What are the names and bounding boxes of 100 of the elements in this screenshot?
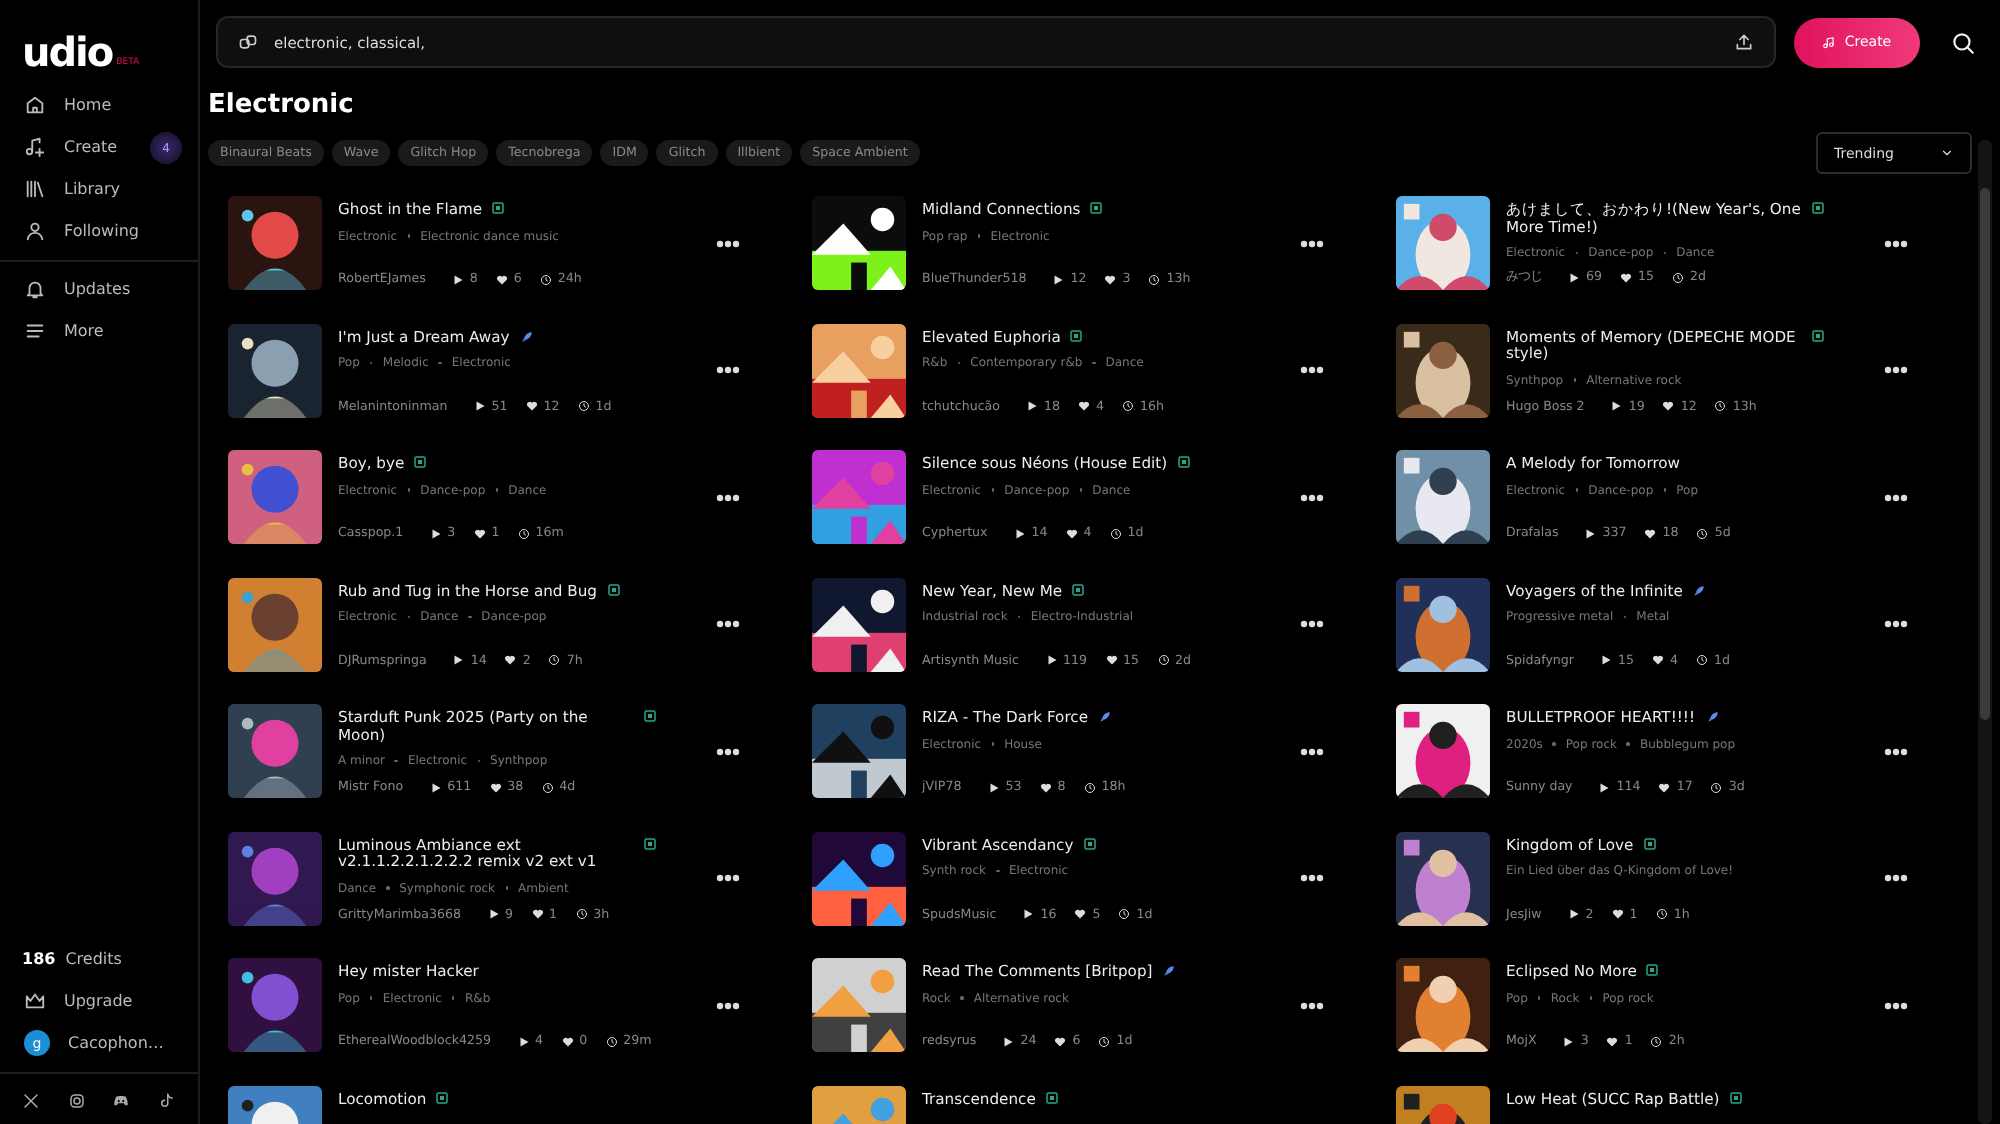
more-icon — [716, 620, 740, 628]
play-icon — [1052, 273, 1065, 285]
heart-icon — [495, 273, 508, 285]
square-icon — [1072, 583, 1085, 595]
square-icon — [1812, 202, 1824, 214]
clock-icon — [517, 527, 530, 539]
nav-item[interactable]: Home — [0, 84, 198, 126]
x-icon — [21, 1092, 40, 1110]
rocket-icon — [1705, 710, 1719, 724]
more-icon — [1300, 1001, 1324, 1009]
clock-icon — [1714, 400, 1727, 412]
clock-icon — [605, 1035, 618, 1047]
heart-icon — [489, 781, 502, 793]
more-icon — [1884, 747, 1908, 755]
crown-icon — [24, 990, 46, 1012]
clock-icon — [541, 781, 554, 793]
clock-icon — [1696, 527, 1709, 539]
clock-icon — [1098, 1035, 1111, 1047]
home-icon — [24, 94, 46, 116]
clock-icon — [1157, 654, 1170, 666]
heart-icon — [1606, 1035, 1619, 1047]
play-icon — [452, 654, 465, 666]
square-icon — [414, 456, 427, 468]
more-icon — [1300, 366, 1324, 374]
note-icon — [158, 1092, 177, 1110]
square-icon — [1643, 837, 1656, 849]
play-icon — [1026, 400, 1038, 412]
clock-icon — [1672, 271, 1685, 283]
square-icon — [644, 837, 656, 849]
menu-icon — [24, 320, 46, 342]
heart-icon — [1039, 781, 1052, 793]
clock-icon — [1655, 908, 1668, 920]
square-icon — [644, 710, 656, 722]
scrollbar[interactable] — [1978, 140, 1992, 1124]
nav-item[interactable]: More — [0, 310, 198, 352]
more-icon — [716, 493, 740, 501]
play-icon — [987, 781, 1000, 793]
more-icon — [716, 239, 740, 247]
more-icon — [716, 874, 740, 882]
scrollbar-thumb[interactable] — [1980, 188, 1990, 720]
camera-icon — [67, 1092, 86, 1110]
bell-icon — [24, 278, 46, 300]
play-icon — [1045, 654, 1057, 666]
square-icon — [1177, 456, 1190, 468]
play-icon — [1598, 781, 1611, 793]
more-icon — [1884, 239, 1908, 247]
square-icon — [1729, 1091, 1742, 1103]
heart-icon — [1104, 273, 1117, 285]
play-icon — [429, 781, 442, 793]
nav-item[interactable]: Following — [0, 210, 198, 252]
nav-item[interactable]: Updates — [0, 268, 198, 310]
heart-icon — [504, 654, 517, 666]
search-icon — [1950, 29, 1976, 55]
rocket-icon — [519, 329, 534, 343]
clock-icon — [1650, 1035, 1663, 1047]
more-icon — [716, 366, 740, 374]
heart-icon — [1065, 527, 1078, 539]
square-icon — [1646, 964, 1659, 976]
nav-item[interactable]: Library — [0, 168, 198, 210]
more-icon — [716, 747, 740, 755]
logo[interactable]: udio — [22, 32, 113, 72]
play-icon — [1022, 908, 1035, 920]
credits-count: 186 — [22, 949, 56, 967]
square-icon — [1083, 837, 1096, 849]
play-icon — [1584, 527, 1597, 539]
play-icon — [1567, 908, 1580, 920]
heart-icon — [1652, 654, 1665, 666]
clock-icon — [539, 273, 552, 285]
upgrade-link[interactable]: Upgrade — [0, 980, 198, 1022]
more-icon — [1300, 874, 1324, 882]
rocket-icon — [1692, 583, 1707, 597]
play-icon — [1568, 271, 1580, 283]
heart-icon — [1078, 400, 1091, 412]
heart-icon — [1611, 908, 1624, 920]
more-icon — [1884, 620, 1908, 628]
clock-icon — [575, 908, 588, 920]
square-icon — [1070, 329, 1083, 341]
play-icon — [451, 273, 464, 285]
music-note-icon — [24, 136, 46, 158]
square-icon — [1090, 202, 1103, 214]
heart-icon — [1658, 781, 1671, 793]
heart-icon — [531, 908, 544, 920]
more-icon — [1300, 747, 1324, 755]
more-icon — [1884, 493, 1908, 501]
heart-icon — [1105, 654, 1118, 666]
heart-icon — [525, 400, 538, 412]
music-note-icon — [1822, 35, 1837, 49]
more-icon — [1300, 493, 1324, 501]
square-icon — [436, 1091, 449, 1103]
square-icon — [607, 583, 619, 595]
heart-icon — [1074, 908, 1087, 920]
clock-icon — [1122, 400, 1135, 412]
credits-label: Credits — [65, 949, 122, 967]
play-icon — [517, 1035, 530, 1047]
square-icon — [1045, 1091, 1058, 1103]
heart-icon — [1054, 1035, 1067, 1047]
clock-icon — [1710, 781, 1723, 793]
clock-icon — [548, 654, 561, 666]
rocket-icon — [1098, 710, 1112, 724]
play-icon — [429, 527, 442, 539]
